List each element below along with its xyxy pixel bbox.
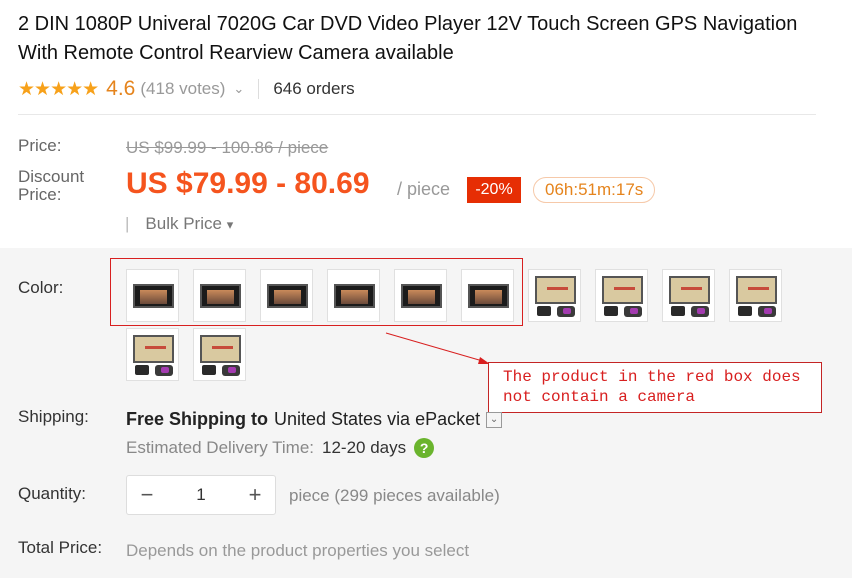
quantity-input[interactable]: 1 bbox=[196, 485, 205, 505]
annotation-note: The product in the red box does not cont… bbox=[488, 362, 822, 413]
help-icon[interactable]: ? bbox=[414, 438, 435, 458]
estimated-delivery: Estimated Delivery Time: 12-20 days ? bbox=[126, 438, 435, 458]
shipping-label: Shipping: bbox=[18, 407, 89, 426]
estimated-delivery-days: 12-20 days bbox=[322, 438, 407, 457]
shipping-method[interactable]: Free Shipping to United States via ePack… bbox=[126, 409, 503, 430]
decrease-button[interactable]: − bbox=[137, 482, 157, 508]
quantity-stepper[interactable]: − 1 + bbox=[126, 475, 276, 515]
free-shipping-text: Free Shipping to bbox=[126, 409, 268, 429]
quantity-available: piece (299 pieces available) bbox=[289, 486, 500, 505]
shipping-destination: United States via ePacket bbox=[274, 409, 481, 429]
estimated-delivery-label: Estimated Delivery Time: bbox=[126, 438, 314, 457]
total-price-text: Depends on the product properties you se… bbox=[126, 541, 470, 560]
chevron-down-icon[interactable]: ⌄ bbox=[486, 411, 503, 428]
increase-button[interactable]: + bbox=[245, 482, 265, 508]
quantity-label: Quantity: bbox=[18, 484, 87, 503]
total-price-label: Total Price: bbox=[18, 538, 103, 557]
